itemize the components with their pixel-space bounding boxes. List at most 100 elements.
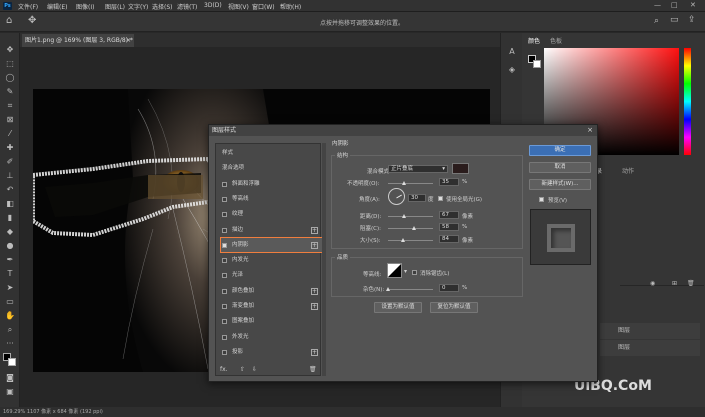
contour-dropdown-icon[interactable]: ▾ [404, 268, 407, 275]
choke-slider[interactable] [388, 226, 433, 230]
maximize-button[interactable]: □ [671, 1, 678, 9]
hand-icon[interactable]: ✋ [4, 311, 16, 321]
collapse-panels-icon[interactable]: A [506, 47, 518, 57]
hue-slider[interactable] [684, 48, 691, 155]
type-icon[interactable]: T [4, 269, 16, 279]
new-snapshot-icon[interactable]: ⊞ [672, 280, 677, 287]
style-checkbox[interactable] [222, 273, 227, 279]
menu-window[interactable]: 窗口(W) [252, 2, 275, 11]
size-slider[interactable] [388, 238, 433, 242]
tab-swatches[interactable]: 色板 [550, 36, 562, 45]
style-item[interactable]: 光泽 [218, 270, 320, 281]
document-tab[interactable]: 图片1.png @ 169% (图层 3, RGB/8) * × [22, 34, 134, 47]
new-style-button[interactable]: 新建样式(W)... [529, 179, 591, 190]
camera-icon[interactable]: ◉ [650, 280, 655, 287]
menu-image[interactable]: 图像(I) [76, 2, 94, 11]
choke-input[interactable]: 58 [439, 223, 459, 231]
fx-button[interactable]: fx. [220, 366, 228, 373]
delete-style-icon[interactable]: 🗑 [309, 366, 317, 373]
style-item[interactable]: 内发光 [218, 255, 320, 266]
style-item[interactable]: 图案叠加 [218, 316, 320, 327]
home-icon[interactable]: ⌂ [6, 15, 12, 26]
quick-select-icon[interactable]: ✎ [4, 87, 16, 97]
style-checkbox[interactable] [222, 227, 227, 233]
style-item[interactable]: 等高线 [218, 194, 320, 205]
brush-icon[interactable]: ✐ [4, 157, 16, 167]
path-select-icon[interactable]: ➤ [4, 283, 16, 293]
layer-row[interactable] [600, 323, 700, 339]
style-checkbox[interactable] [222, 212, 227, 218]
menu-edit[interactable]: 编辑(E) [47, 2, 67, 11]
style-checkbox[interactable] [222, 304, 227, 309]
tab-actions[interactable]: 动作 [622, 166, 634, 175]
list-scrollbar[interactable] [322, 143, 326, 376]
minimize-button[interactable]: — [654, 1, 661, 9]
opacity-input[interactable]: 35 [439, 178, 459, 186]
noise-slider-thumb[interactable] [386, 287, 390, 291]
style-item[interactable]: 投影 + [218, 347, 320, 358]
shadow-color-swatch[interactable] [452, 163, 469, 174]
preview-checkbox[interactable] [539, 197, 544, 202]
style-item[interactable]: 混合选项 [218, 163, 320, 174]
style-checkbox[interactable] [222, 288, 227, 294]
menu-view[interactable]: 视图(V) [228, 2, 249, 11]
close-tab-icon[interactable]: × [126, 34, 131, 47]
ok-button[interactable]: 确定 [529, 145, 591, 156]
add-style-instance-icon[interactable]: + [311, 348, 318, 356]
noise-slider[interactable] [386, 287, 433, 291]
bg-color-chip[interactable] [533, 60, 541, 68]
trash-icon[interactable]: 🗑 [687, 280, 695, 287]
style-item[interactable]: 描边 + [218, 225, 320, 236]
distance-slider-thumb[interactable] [401, 214, 406, 218]
dialog-close-button[interactable]: × [587, 125, 593, 136]
set-default-button[interactable]: 设置为默认值 [374, 302, 422, 313]
reset-default-button[interactable]: 复位为默认值 [430, 302, 478, 313]
style-item[interactable]: 颜色叠加 + [218, 286, 320, 297]
blend-mode-select[interactable]: 正片叠底 ▾ [388, 165, 448, 173]
opacity-slider-thumb[interactable] [401, 181, 406, 185]
search-icon[interactable]: ⌕ [654, 16, 659, 26]
tab-color[interactable]: 颜色 [528, 36, 540, 45]
style-checkbox[interactable] [222, 242, 227, 248]
eyedropper-icon[interactable]: ⁄ [4, 129, 16, 139]
size-slider-thumb[interactable] [400, 238, 405, 242]
add-style-instance-icon[interactable]: + [311, 303, 318, 310]
workspace-icon[interactable]: ▭ [670, 15, 679, 25]
blur-icon[interactable]: ◆ [4, 227, 16, 237]
move-down-icon[interactable]: ⇩ [252, 366, 257, 373]
style-checkbox[interactable] [222, 196, 227, 202]
cancel-button[interactable]: 取消 [529, 162, 591, 173]
move-tool-icon[interactable]: ✥ [28, 15, 36, 26]
style-checkbox[interactable] [222, 258, 227, 264]
style-checkbox[interactable] [222, 181, 227, 187]
menu-type[interactable]: 文字(Y) [128, 2, 148, 11]
menu-file[interactable]: 文件(F) [18, 2, 38, 11]
angle-input[interactable]: 30 [408, 194, 426, 202]
menu-layer[interactable]: 图层(L) [105, 2, 125, 11]
zoom-icon[interactable]: ⌕ [4, 325, 16, 335]
quick-mask-icon[interactable]: ◙ [4, 373, 16, 383]
gradient-icon[interactable]: ▮ [4, 213, 16, 223]
size-input[interactable]: 84 [439, 235, 459, 243]
eraser-icon[interactable]: ◧ [4, 199, 16, 209]
style-checkbox[interactable] [222, 319, 227, 325]
shape-icon[interactable]: ▭ [4, 297, 16, 307]
style-item[interactable]: 内阴影 + [218, 240, 320, 251]
healing-brush-icon[interactable]: ✚ [4, 143, 16, 153]
style-checkbox[interactable] [222, 334, 227, 340]
opacity-slider[interactable] [388, 181, 433, 185]
more-tools-icon[interactable]: ··· [4, 339, 16, 349]
move-icon[interactable]: ✥ [4, 45, 16, 55]
lasso-icon[interactable]: ◯ [4, 73, 16, 83]
distance-input[interactable]: 67 [439, 211, 459, 219]
crop-icon[interactable]: ⌗ [4, 101, 16, 111]
move-up-icon[interactable]: ⇧ [240, 366, 245, 373]
history-brush-icon[interactable]: ↶ [4, 185, 16, 195]
style-item[interactable]: 渐变叠加 + [218, 301, 320, 312]
style-item[interactable]: 纹理 [218, 209, 320, 220]
stamp-icon[interactable]: ⊥ [4, 171, 16, 181]
dialog-title-bar[interactable]: 图层样式 × [209, 125, 597, 136]
style-item[interactable]: 样式 [218, 148, 320, 159]
menu-select[interactable]: 选择(S) [152, 2, 173, 11]
add-style-instance-icon[interactable]: + [311, 226, 318, 234]
